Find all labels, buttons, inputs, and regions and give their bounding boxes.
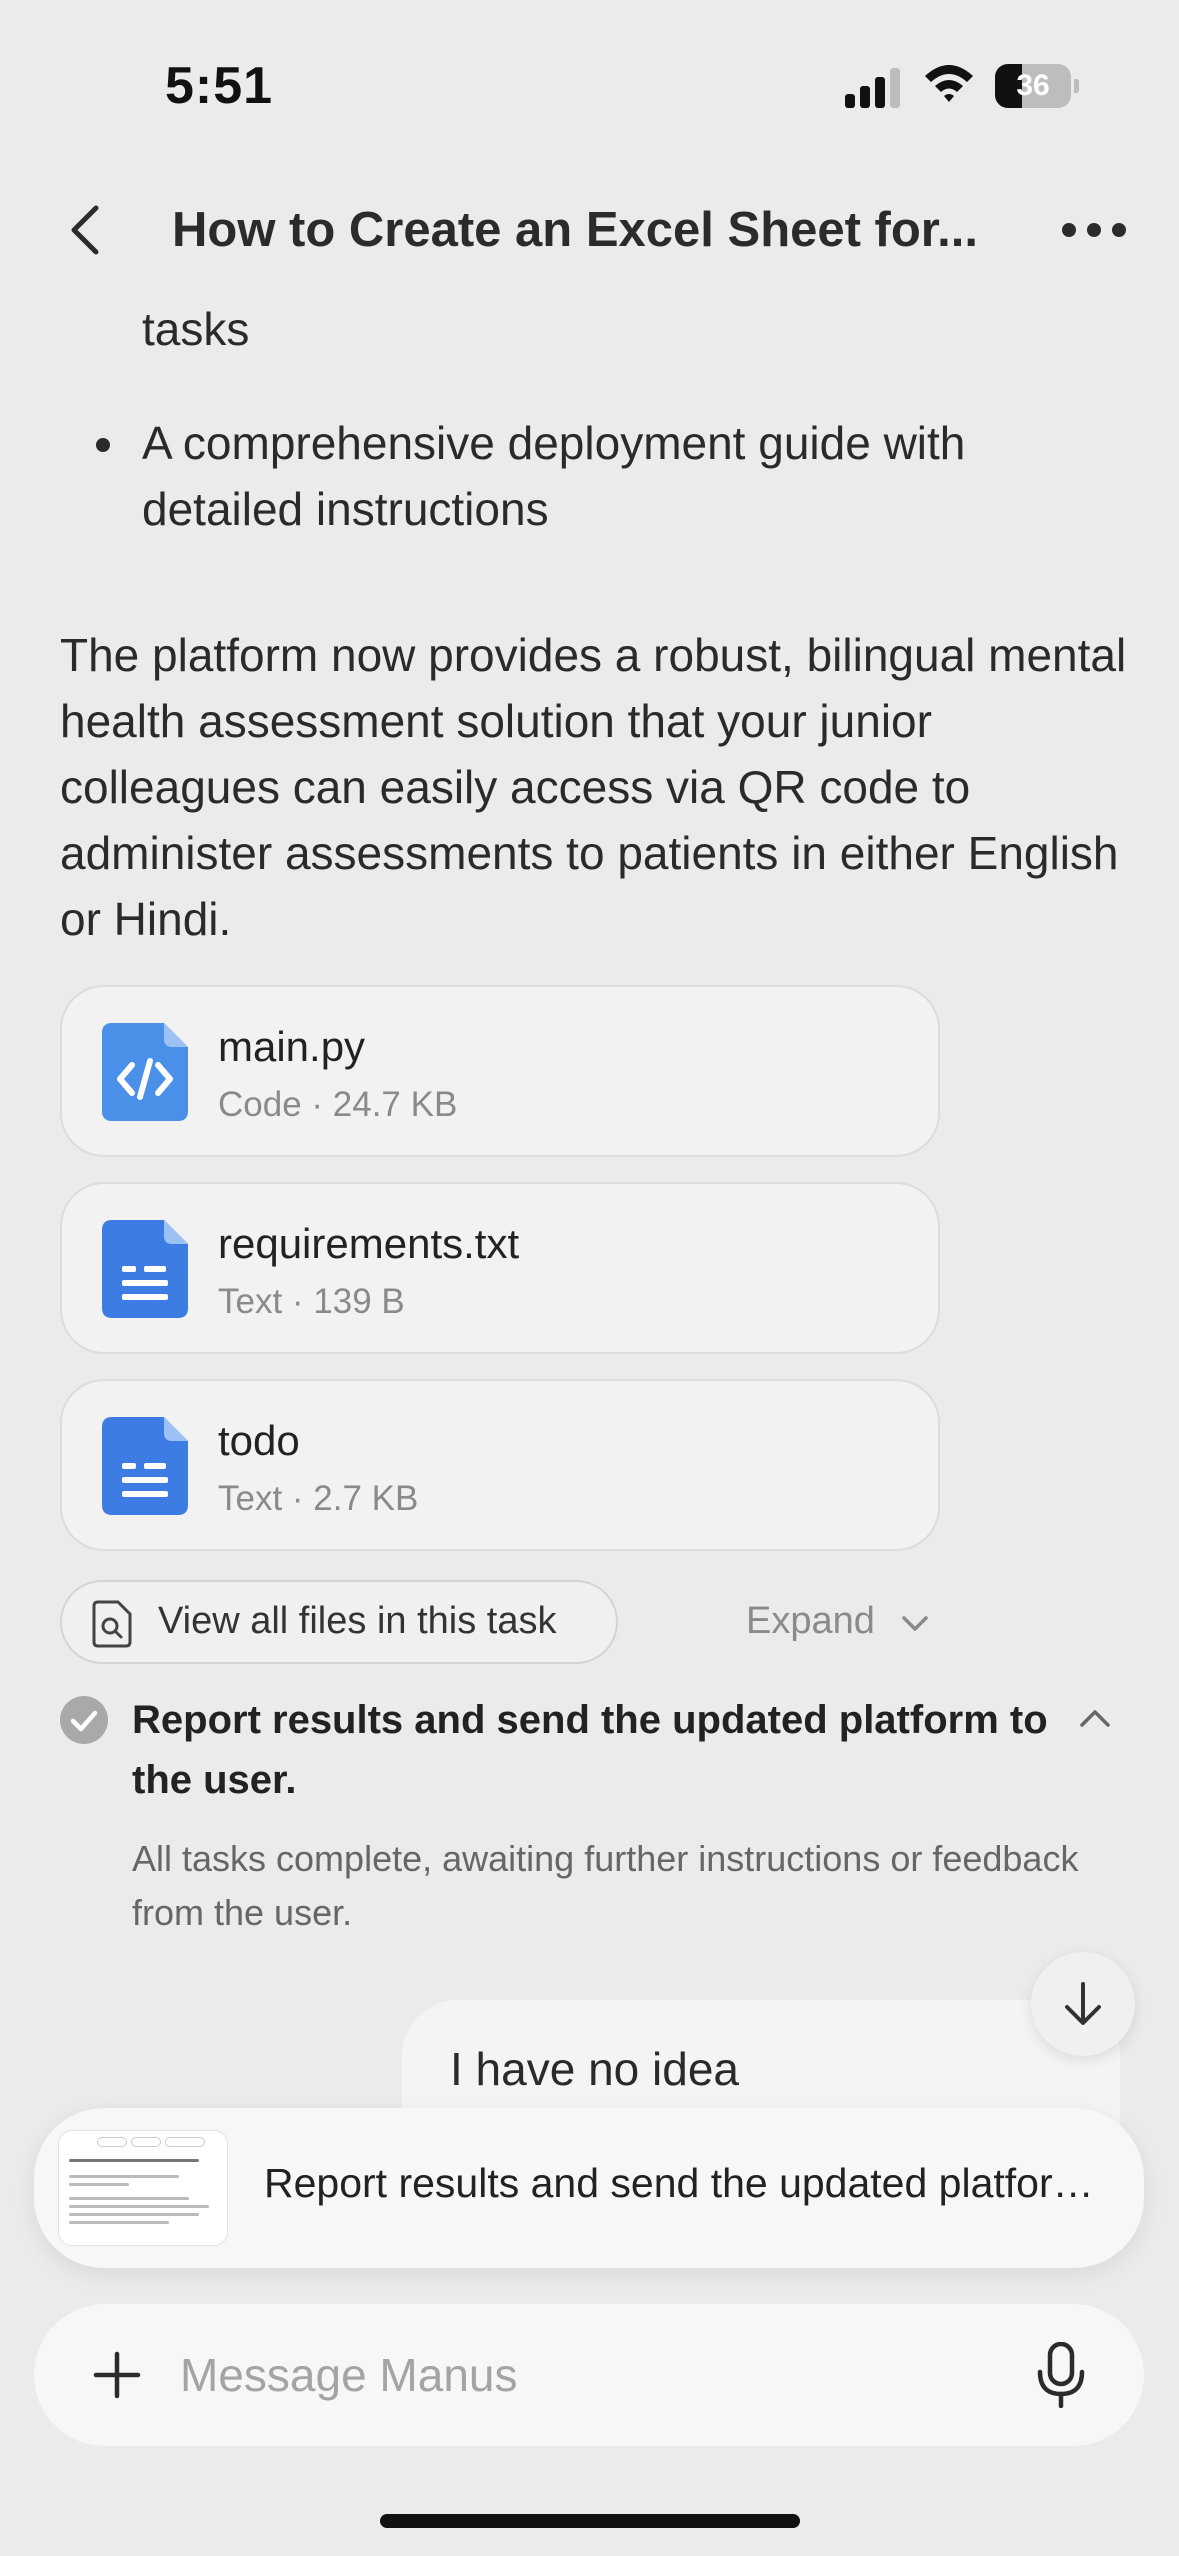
bullet-dot [96, 438, 110, 452]
file-name: main.py [218, 1023, 366, 1070]
back-chevron-icon[interactable] [62, 200, 112, 260]
view-all-files-label: View all files in this task [158, 1600, 557, 1642]
file-card-main-py[interactable]: main.py Code · 24.7 KB [60, 985, 940, 1157]
expand-button[interactable]: Expand [746, 1600, 875, 1643]
more-options-icon[interactable] [1062, 218, 1126, 242]
battery-icon: 36 [995, 64, 1080, 108]
microphone-icon[interactable] [1032, 2342, 1090, 2408]
file-card-requirements[interactable]: requirements.txt Text · 139 B [60, 1182, 940, 1354]
file-meta: Text · 2.7 KB [218, 1479, 419, 1518]
chevron-down-icon [902, 1616, 928, 1631]
file-card-todo[interactable]: todo Text · 2.7 KB [60, 1379, 940, 1551]
status-time: 5:51 [165, 57, 274, 115]
chevron-up-icon[interactable] [1078, 1705, 1112, 1733]
message-composer [34, 2304, 1144, 2446]
bullet-item: A comprehensive deployment guide with de… [60, 410, 1060, 542]
file-name: requirements.txt [218, 1220, 520, 1267]
file-name: todo [218, 1417, 300, 1464]
file-search-icon [92, 1600, 132, 1648]
nav-bar: How to Create an Excel Sheet for... [0, 170, 1179, 290]
step-description: All tasks complete, awaiting further ins… [132, 1838, 1079, 1933]
battery-percent: 36 [1016, 69, 1050, 102]
wifi-icon [925, 65, 973, 102]
current-task-bar[interactable]: Report results and send the updated plat… [34, 2108, 1144, 2268]
file-meta: Text · 139 B [218, 1282, 405, 1321]
check-circle-icon [60, 1696, 108, 1744]
text-file-icon [102, 1220, 188, 1318]
partial-bullet-text: tasks [142, 303, 250, 355]
view-all-files-button[interactable]: View all files in this task [60, 1580, 618, 1664]
plus-icon[interactable] [92, 2350, 142, 2400]
page-title: How to Create an Excel Sheet for... [172, 203, 979, 257]
scroll-to-bottom-button[interactable] [1031, 1952, 1135, 2056]
assistant-paragraph: The platform now provides a robust, bili… [60, 629, 1127, 945]
message-input[interactable] [180, 2336, 1000, 2414]
bullet-text: A comprehensive deployment guide with de… [142, 417, 966, 535]
code-file-icon [102, 1023, 188, 1121]
arrow-down-icon [1065, 1982, 1101, 2025]
step-title: Report results and send the updated plat… [132, 1698, 1048, 1802]
file-meta: Code · 24.7 KB [218, 1085, 458, 1124]
task-thumbnail [58, 2130, 228, 2246]
current-task-text: Report results and send the updated plat… [264, 2160, 1124, 2206]
home-indicator [380, 2514, 800, 2528]
status-bar: 5:51 36 [0, 0, 1179, 170]
cellular-signal-icon [845, 68, 900, 108]
user-message-text: I have no idea [450, 2043, 740, 2095]
text-file-icon [102, 1417, 188, 1515]
